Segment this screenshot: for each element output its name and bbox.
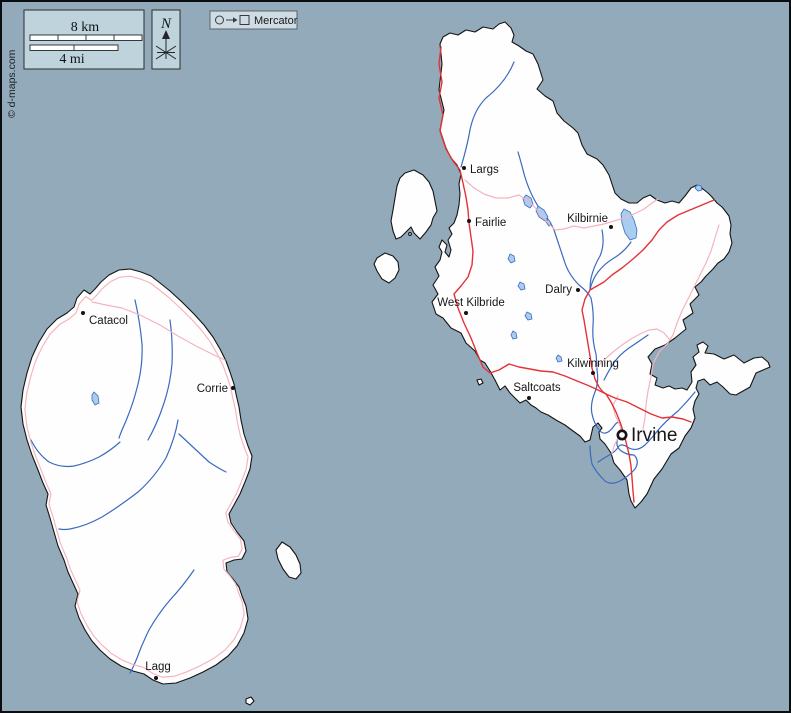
town-marker-kilwinning (591, 371, 595, 375)
town-label-fairlie: Fairlie (475, 217, 506, 229)
town-marker-fairlie (467, 219, 471, 223)
town-marker-catacol (81, 311, 85, 315)
map-frame: Largs Fairlie Kilbirnie Dalry West Kilbride K… (0, 0, 791, 713)
town-label-saltcoats: Saltcoats (513, 382, 561, 394)
town-marker-saltcoats (527, 396, 531, 400)
town-marker-corrie (231, 386, 235, 390)
town-label-catacol: Catacol (89, 315, 128, 327)
scale-km-label: 8 km (71, 20, 100, 35)
town-marker-largs (462, 166, 466, 170)
town-marker-irvine (618, 431, 626, 439)
north-label: N (160, 16, 172, 32)
projection-panel: Mercator (210, 11, 298, 29)
town-label-kilbirnie: Kilbirnie (567, 213, 608, 225)
tiny-islet-shape (409, 233, 412, 236)
town-marker-kilbirnie (609, 225, 613, 229)
town-marker-west-kilbride (464, 311, 468, 315)
projection-label: Mercator (254, 15, 298, 27)
town-label-kilwinning: Kilwinning (567, 358, 619, 370)
town-marker-dalry (576, 288, 580, 292)
town-label-corrie: Corrie (197, 383, 228, 395)
town-label-irvine: Irvine (631, 425, 677, 446)
north-panel: N (152, 10, 180, 69)
town-label-largs: Largs (470, 164, 499, 176)
town-label-dalry: Dalry (545, 284, 572, 296)
map-canvas: Largs Fairlie Kilbirnie Dalry West Kilbride K… (2, 2, 789, 711)
town-marker-lagg (154, 676, 158, 680)
copyright-label: © d-maps.com (6, 49, 18, 118)
town-label-lagg: Lagg (145, 661, 171, 673)
scale-mi-label: 4 mi (59, 52, 84, 67)
town-label-west-kilbride: West Kilbride (437, 297, 505, 309)
scale-panel: 8 km 4 mi (24, 10, 144, 69)
